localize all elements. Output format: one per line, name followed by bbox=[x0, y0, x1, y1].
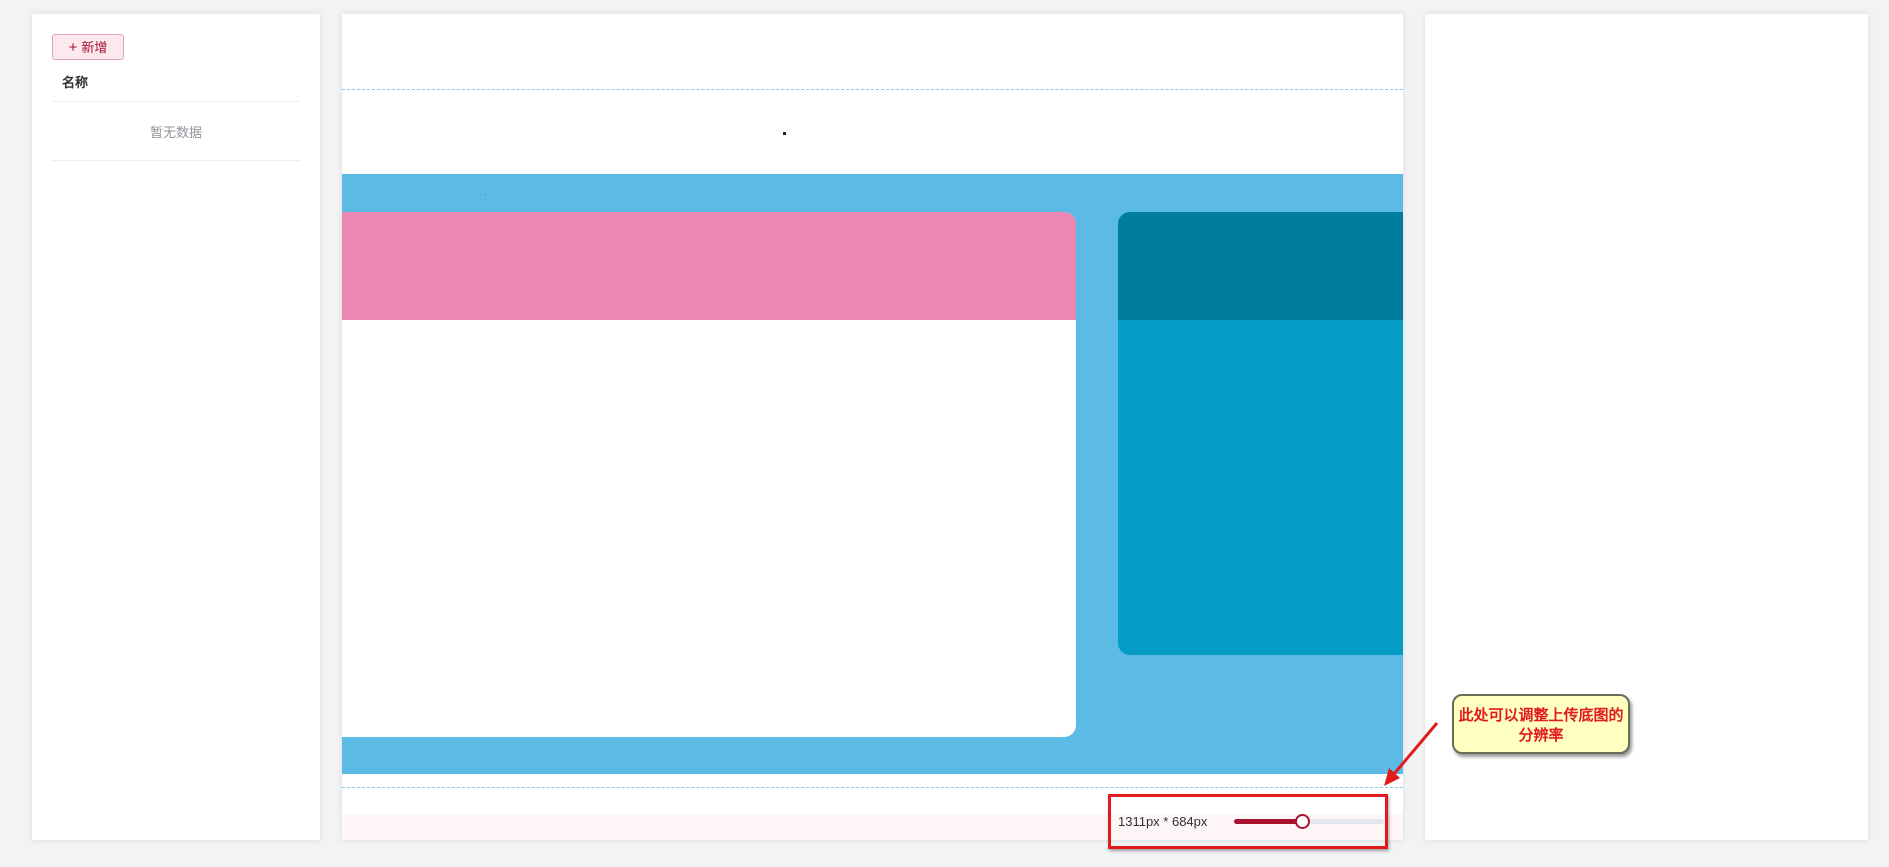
annotation-callout: 此处可以调整上传底图的分辨率 bbox=[1452, 694, 1630, 754]
